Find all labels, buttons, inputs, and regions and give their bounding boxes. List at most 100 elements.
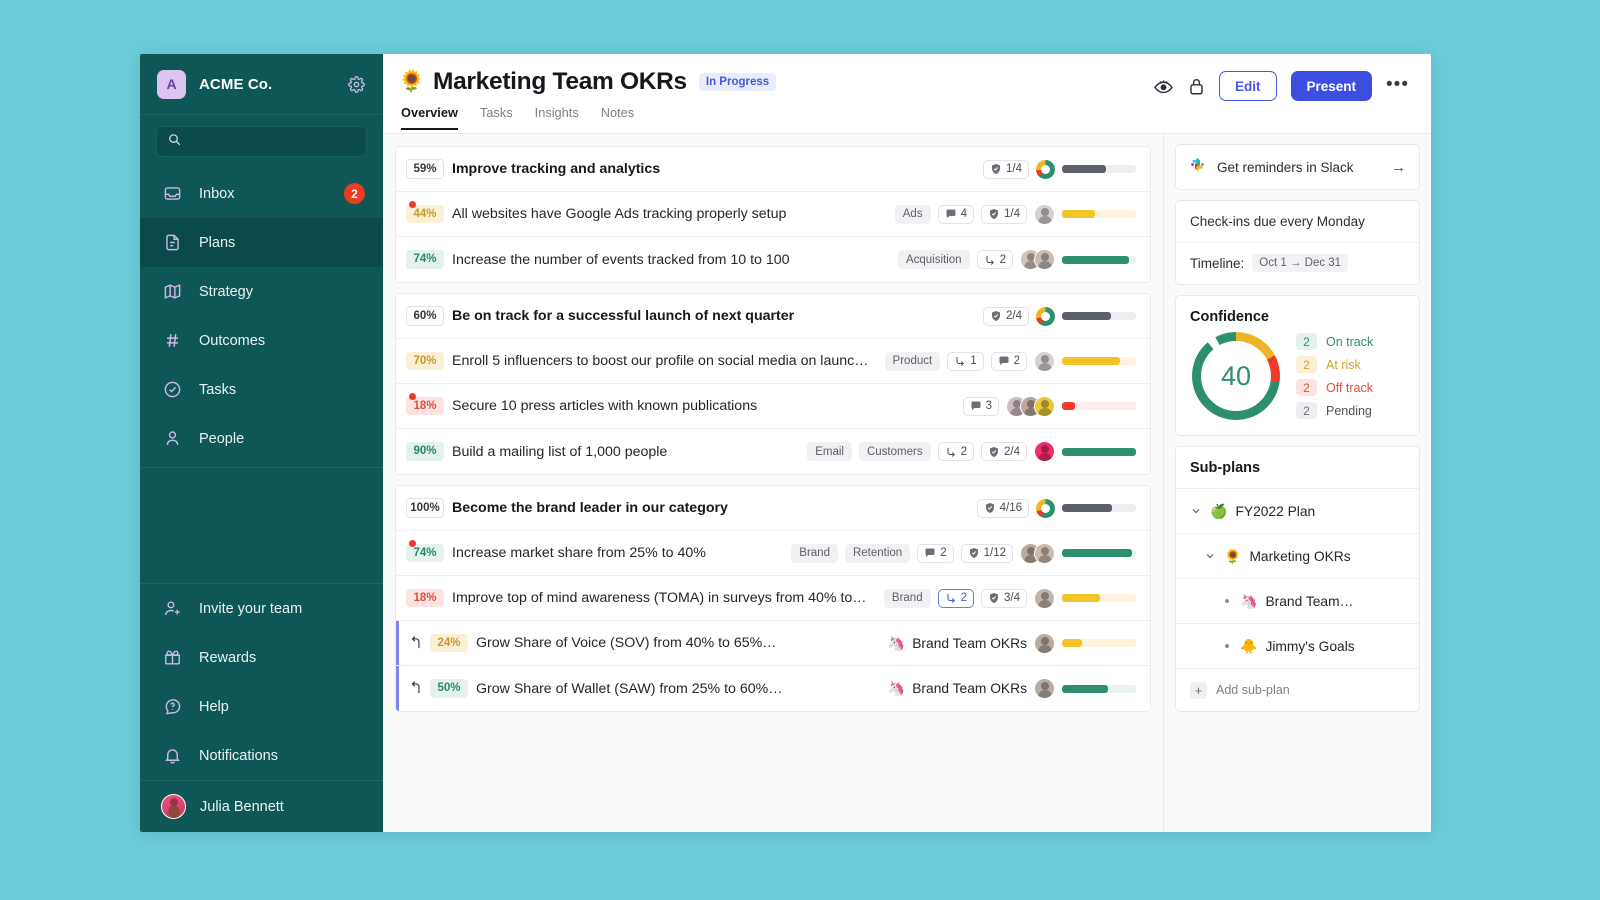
progress-bar [1062,549,1136,557]
sidebar-item-strategy[interactable]: Strategy [140,267,383,316]
search-box[interactable] [156,126,367,157]
owner-avatars[interactable] [1034,678,1055,699]
lock-icon[interactable] [1188,77,1205,96]
sidebar-item-notifications[interactable]: Notifications [140,731,383,780]
checkin-count[interactable]: 3/4 [981,589,1027,608]
eye-icon[interactable] [1153,78,1174,95]
progress-percent: 60% [406,306,444,327]
progress-bar [1062,312,1136,320]
tab-tasks[interactable]: Tasks [480,105,513,130]
table-row[interactable]: 24% Grow Share of Voice (SOV) from 40% t… [396,621,1150,666]
subplan-item-fy2022[interactable]: 🍏 FY2022 Plan [1176,489,1419,534]
bullet-icon: • [1220,594,1234,609]
subgoal-count[interactable]: 1 [947,352,983,371]
owner-avatars[interactable] [1020,249,1055,270]
table-row[interactable]: 100% Become the brand leader in our cate… [396,486,1150,531]
table-row[interactable]: 70% Enroll 5 influencers to boost our pr… [396,339,1150,384]
owner-avatars[interactable] [1034,588,1055,609]
comment-count[interactable]: 2 [991,352,1027,371]
subplan-item-jimmys-goals[interactable]: • 🐥 Jimmy's Goals [1176,624,1419,669]
slack-card: Get reminders in Slack → [1175,144,1420,190]
tag[interactable]: Acquisition [898,250,970,269]
comment-count[interactable]: 4 [938,205,974,224]
tag[interactable]: Retention [845,544,910,563]
sidebar-item-outcomes[interactable]: Outcomes [140,316,383,365]
subgoal-count[interactable]: 2 [938,442,974,461]
table-row[interactable]: 18% Secure 10 press articles with known … [396,384,1150,429]
sidebar-item-label: Help [199,699,229,715]
right-panel: Get reminders in Slack → Check-ins due e… [1163,134,1431,832]
tab-overview[interactable]: Overview [401,105,458,130]
sidebar-item-people[interactable]: People [140,414,383,463]
slack-reminders-button[interactable]: Get reminders in Slack → [1176,145,1419,189]
subplan-item-marketing-okrs[interactable]: 🌻 Marketing OKRs [1176,534,1419,579]
tag[interactable]: Ads [895,205,931,224]
comment-icon [945,208,957,220]
check-shield-icon [968,547,980,559]
owner-avatars[interactable] [1034,351,1055,372]
sidebar-item-tasks[interactable]: Tasks [140,365,383,414]
edit-button[interactable]: Edit [1219,71,1277,101]
confidence-score: 40 [1201,341,1271,411]
plan-reference[interactable]: 🦄 Brand Team OKRs [888,635,1027,652]
sidebar-item-help[interactable]: Help [140,682,383,731]
table-row[interactable]: 60% Be on track for a successful launch … [396,294,1150,339]
tag[interactable]: Email [807,442,852,461]
confidence-donut-icon [1036,499,1055,518]
comment-count[interactable]: 3 [963,397,999,416]
checkin-count[interactable]: 1/12 [961,544,1013,563]
table-row[interactable]: 74% Increase market share from 25% to 40… [396,531,1150,576]
timeline-value[interactable]: Oct 1 → Dec 31 [1252,254,1348,272]
search-input[interactable] [190,134,356,149]
add-subplan-button[interactable]: + Add sub-plan [1176,669,1419,711]
check-shield-icon [990,310,1002,322]
tag[interactable]: Customers [859,442,931,461]
subplan-item-brand-team[interactable]: • 🦄 Brand Team… [1176,579,1419,624]
owner-avatars[interactable] [1034,633,1055,654]
table-row[interactable]: 50% Grow Share of Wallet (SAW) from 25% … [396,666,1150,711]
checkin-count[interactable]: 2/4 [983,307,1029,326]
tag[interactable]: Brand [884,589,931,608]
checkin-count[interactable]: 2/4 [981,442,1027,461]
sidebar-item-plans[interactable]: Plans [140,218,383,267]
plan-reference-label: Brand Team OKRs [912,636,1027,651]
check-shield-icon [988,446,1000,458]
avatar [1034,204,1055,225]
checkin-count[interactable]: 1/4 [983,160,1029,179]
table-row[interactable]: 44% All websites have Google Ads trackin… [396,192,1150,237]
comment-count[interactable]: 2 [917,544,953,563]
progress-bar [1062,504,1136,512]
org-header[interactable]: A ACME Co. [140,54,383,115]
owner-avatars[interactable] [1020,543,1055,564]
checkin-count[interactable]: 1/4 [981,205,1027,224]
more-options-button[interactable]: ••• [1386,75,1409,94]
tab-insights[interactable]: Insights [535,105,579,130]
arrow-right-icon: → [1391,159,1406,176]
present-button[interactable]: Present [1291,71,1373,101]
table-row[interactable]: 74% Increase the number of events tracke… [396,237,1150,282]
sidebar-user[interactable]: Julia Bennett [140,780,383,832]
sidebar-item-rewards[interactable]: Rewards [140,633,383,682]
chevron-down-icon[interactable] [1204,550,1218,562]
owner-avatars[interactable] [1034,204,1055,225]
table-row[interactable]: 18% Improve top of mind awareness (TOMA)… [396,576,1150,621]
table-row[interactable]: 90% Build a mailing list of 1,000 people… [396,429,1150,474]
sidebar-item-invite-your-team[interactable]: Invite your team [140,584,383,633]
sidebar-user-name: Julia Bennett [200,799,284,815]
owner-avatars[interactable] [1034,441,1055,462]
gear-icon[interactable] [348,76,365,93]
progress-percent: 59% [406,159,444,180]
sidebar-item-inbox[interactable]: Inbox 2 [140,169,383,218]
subgoal-count[interactable]: 2 [977,250,1013,269]
tag[interactable]: Product [885,352,941,371]
plan-reference[interactable]: 🦄 Brand Team OKRs [888,680,1027,697]
tab-notes[interactable]: Notes [601,105,634,130]
tag[interactable]: Brand [791,544,838,563]
subplans-title: Sub-plans [1176,447,1419,489]
owner-avatars[interactable] [1006,396,1055,417]
table-row[interactable]: 59% Improve tracking and analytics 1/4 [396,147,1150,192]
map-icon [162,281,183,302]
checkin-count[interactable]: 4/16 [977,499,1029,518]
subgoal-count[interactable]: 2 [938,589,974,608]
chevron-down-icon[interactable] [1190,505,1204,517]
